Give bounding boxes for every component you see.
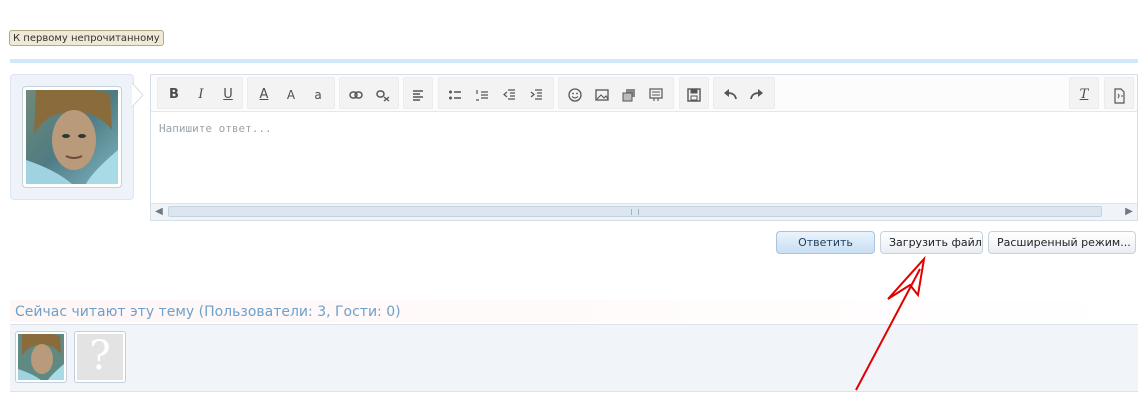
editor-pointer: [131, 82, 144, 108]
toolbar-group-draft: [679, 77, 709, 109]
divider-line: [10, 59, 1138, 63]
viewers-section-header: Сейчас читают эту тему (Пользователи: 3,…: [10, 300, 1138, 322]
scrollbar-thumb[interactable]: [168, 206, 1102, 217]
editor-toolbar: B I U A A a T: [151, 75, 1137, 112]
outdent-icon[interactable]: [499, 85, 519, 105]
viewer-avatar-image: [18, 334, 64, 380]
redo-icon[interactable]: [747, 85, 767, 105]
viewer-avatar-unknown[interactable]: ?: [74, 331, 126, 383]
insert-image-icon[interactable]: [592, 85, 612, 105]
unlink-icon[interactable]: [373, 85, 393, 105]
toolbar-group-align: [403, 77, 433, 109]
font-size-icon[interactable]: A: [281, 85, 301, 105]
bulleted-list-icon[interactable]: [445, 85, 465, 105]
toolbar-group-source: [1104, 77, 1134, 109]
smilies-icon[interactable]: [565, 85, 585, 105]
editor-horizontal-scrollbar[interactable]: ◀ ▶: [151, 203, 1137, 220]
align-icon[interactable]: [408, 85, 428, 105]
reply-button[interactable]: Ответить: [776, 231, 875, 254]
scroll-left-icon[interactable]: ◀: [151, 204, 167, 220]
question-mark-icon: ?: [77, 334, 123, 380]
upload-file-button[interactable]: Загрузить файл: [880, 231, 983, 254]
user-avatar[interactable]: [22, 86, 122, 188]
undo-icon[interactable]: [720, 85, 740, 105]
advanced-mode-button[interactable]: Расширенный режим...: [988, 231, 1136, 254]
underline-icon[interactable]: U: [218, 85, 238, 105]
reply-placeholder: Напишите ответ...: [159, 122, 272, 135]
scroll-right-icon[interactable]: ▶: [1121, 204, 1137, 220]
numbered-list-icon[interactable]: [472, 85, 492, 105]
font-family-icon[interactable]: a: [308, 85, 328, 105]
toggle-source-icon[interactable]: [1109, 85, 1129, 105]
reply-editor: B I U A A a T Напишите ответ... ◀ ▶: [150, 74, 1138, 221]
insert-block-icon[interactable]: [646, 85, 666, 105]
user-avatar-image: [26, 90, 118, 184]
annotation-arrow-icon: [855, 255, 926, 391]
reply-textarea[interactable]: Напишите ответ...: [151, 112, 1137, 204]
remove-format-icon[interactable]: T: [1074, 85, 1094, 105]
viewers-list: ?: [10, 324, 1138, 392]
indent-icon[interactable]: [526, 85, 546, 105]
toolbar-group-insert: [558, 77, 674, 109]
toolbar-group-history: [713, 77, 775, 109]
font-color-icon[interactable]: A: [254, 85, 274, 105]
save-draft-icon[interactable]: [684, 85, 704, 105]
toolbar-group-link: [339, 77, 399, 109]
bold-icon[interactable]: B: [164, 85, 184, 105]
first-unread-button[interactable]: К первому непрочитанному: [9, 30, 164, 46]
toolbar-group-text-style: B I U: [157, 77, 243, 109]
italic-icon[interactable]: I: [191, 85, 211, 105]
viewer-avatar[interactable]: [15, 331, 67, 383]
viewers-title: Сейчас читают эту тему (Пользователи: 3,…: [15, 304, 401, 320]
link-icon[interactable]: [346, 85, 366, 105]
toolbar-group-format: T: [1069, 77, 1099, 109]
insert-media-icon[interactable]: [619, 85, 639, 105]
toolbar-group-font: A A a: [247, 77, 335, 109]
toolbar-group-lists: [438, 77, 554, 109]
reply-avatar-box: [10, 74, 134, 200]
